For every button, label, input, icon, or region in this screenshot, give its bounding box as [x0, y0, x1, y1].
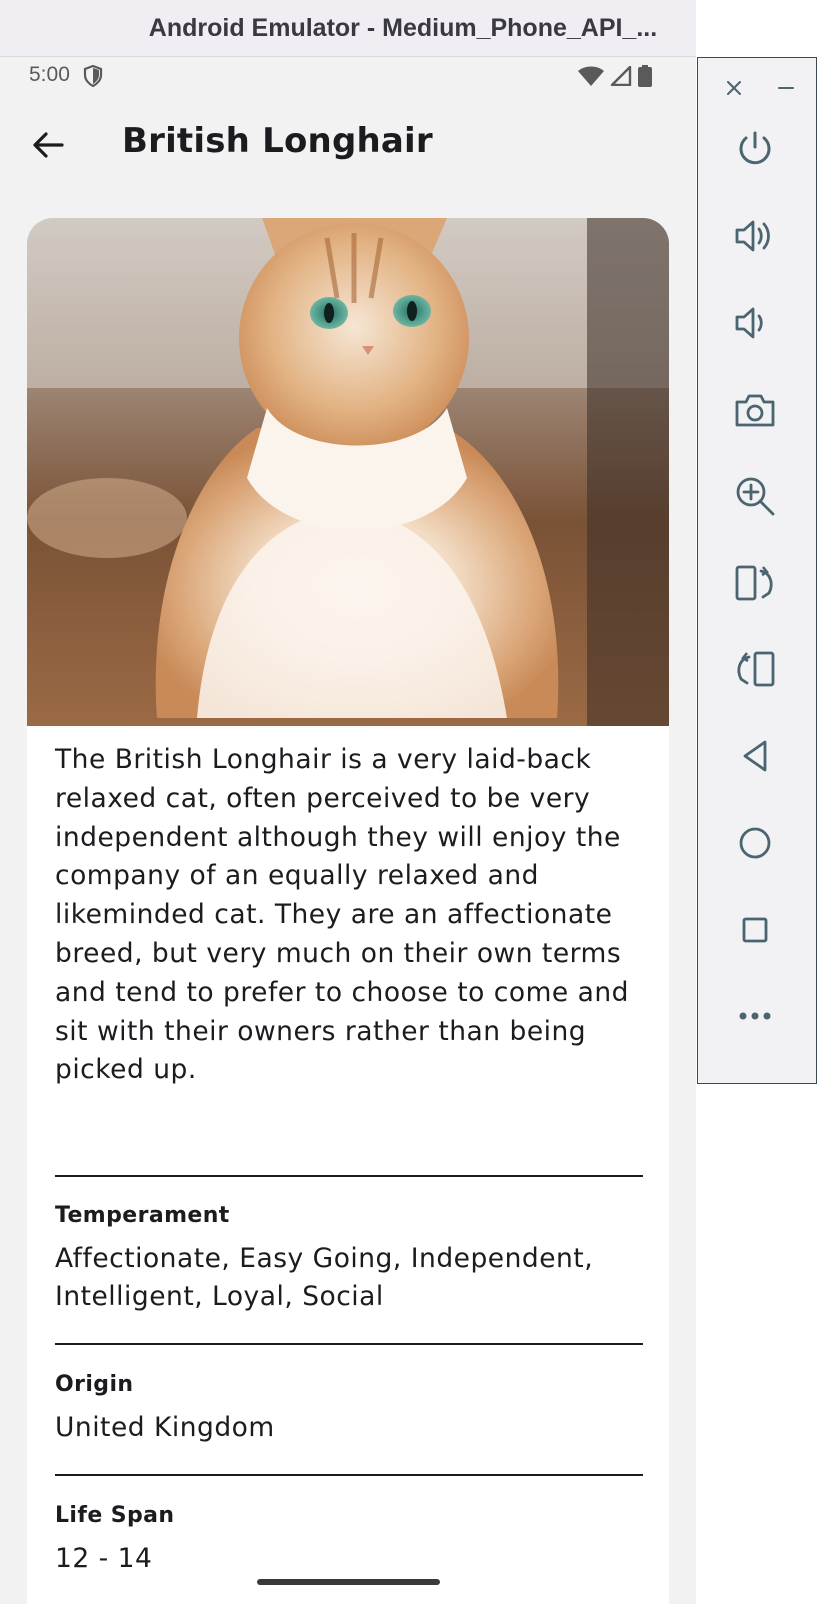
breed-description: The British Longhair is a very laid-back…	[55, 744, 629, 1086]
life-span-value: 12 - 14	[55, 1543, 153, 1574]
temperament-value: Affectionate, Easy Going, Independent, I…	[55, 1243, 594, 1312]
close-icon[interactable]	[722, 76, 746, 100]
shield-icon	[83, 65, 103, 87]
more-icon	[739, 1012, 771, 1020]
window-titlebar[interactable]: Android Emulator - Medium_Phone_API_...	[0, 0, 696, 57]
temperament-label: Temperament	[55, 1203, 230, 1228]
more-button[interactable]	[728, 989, 782, 1043]
volume-up-icon	[735, 220, 770, 252]
camera-icon	[735, 394, 775, 427]
page-title: British Longhair	[122, 121, 433, 161]
zoom-button[interactable]	[728, 469, 782, 523]
volume-down-button[interactable]	[728, 296, 782, 350]
back-icon	[743, 740, 767, 772]
screenshot-button[interactable]	[728, 383, 782, 437]
volume-up-button[interactable]	[728, 209, 782, 263]
power-button[interactable]	[728, 122, 782, 176]
emulator-toolbar	[697, 57, 817, 1084]
zoom-icon	[736, 477, 775, 516]
cat-image	[27, 218, 669, 726]
nav-back-button[interactable]	[728, 729, 782, 783]
rotate-right-button[interactable]	[728, 642, 782, 696]
life-span-label: Life Span	[55, 1503, 175, 1528]
rotate-right-icon	[737, 651, 775, 687]
origin-value: United Kingdom	[55, 1412, 275, 1443]
breed-detail-card: The British Longhair is a very laid-back…	[27, 218, 669, 1604]
minimize-icon[interactable]	[774, 76, 798, 100]
status-bar: 5:00	[0, 57, 696, 97]
battery-icon	[638, 65, 652, 87]
phone-screen: 5:00 British Longhair The British Longha…	[0, 57, 696, 1604]
top-app-bar: British Longhair	[0, 107, 696, 187]
rotate-left-icon	[735, 565, 773, 601]
origin-label: Origin	[55, 1372, 134, 1397]
back-button[interactable]	[26, 123, 70, 167]
cat-photo	[27, 218, 669, 726]
nav-overview-button[interactable]	[728, 903, 782, 957]
wifi-icon	[578, 66, 604, 86]
divider	[55, 1175, 643, 1177]
divider	[55, 1343, 643, 1345]
status-icons	[578, 65, 652, 87]
signal-icon	[610, 66, 632, 86]
window-title: Android Emulator - Medium_Phone_API_...	[148, 13, 658, 42]
nav-home-button[interactable]	[728, 816, 782, 870]
gesture-nav-bar[interactable]	[257, 1579, 440, 1585]
power-icon	[739, 131, 771, 165]
emulator-window: Android Emulator - Medium_Phone_API_... …	[0, 0, 696, 1604]
rotate-left-button[interactable]	[728, 556, 782, 610]
volume-down-icon	[735, 307, 763, 339]
overview-icon	[742, 917, 768, 943]
divider	[55, 1474, 643, 1476]
status-time: 5:00	[29, 63, 70, 86]
home-icon	[739, 827, 771, 859]
arrow-back-icon	[33, 132, 64, 158]
